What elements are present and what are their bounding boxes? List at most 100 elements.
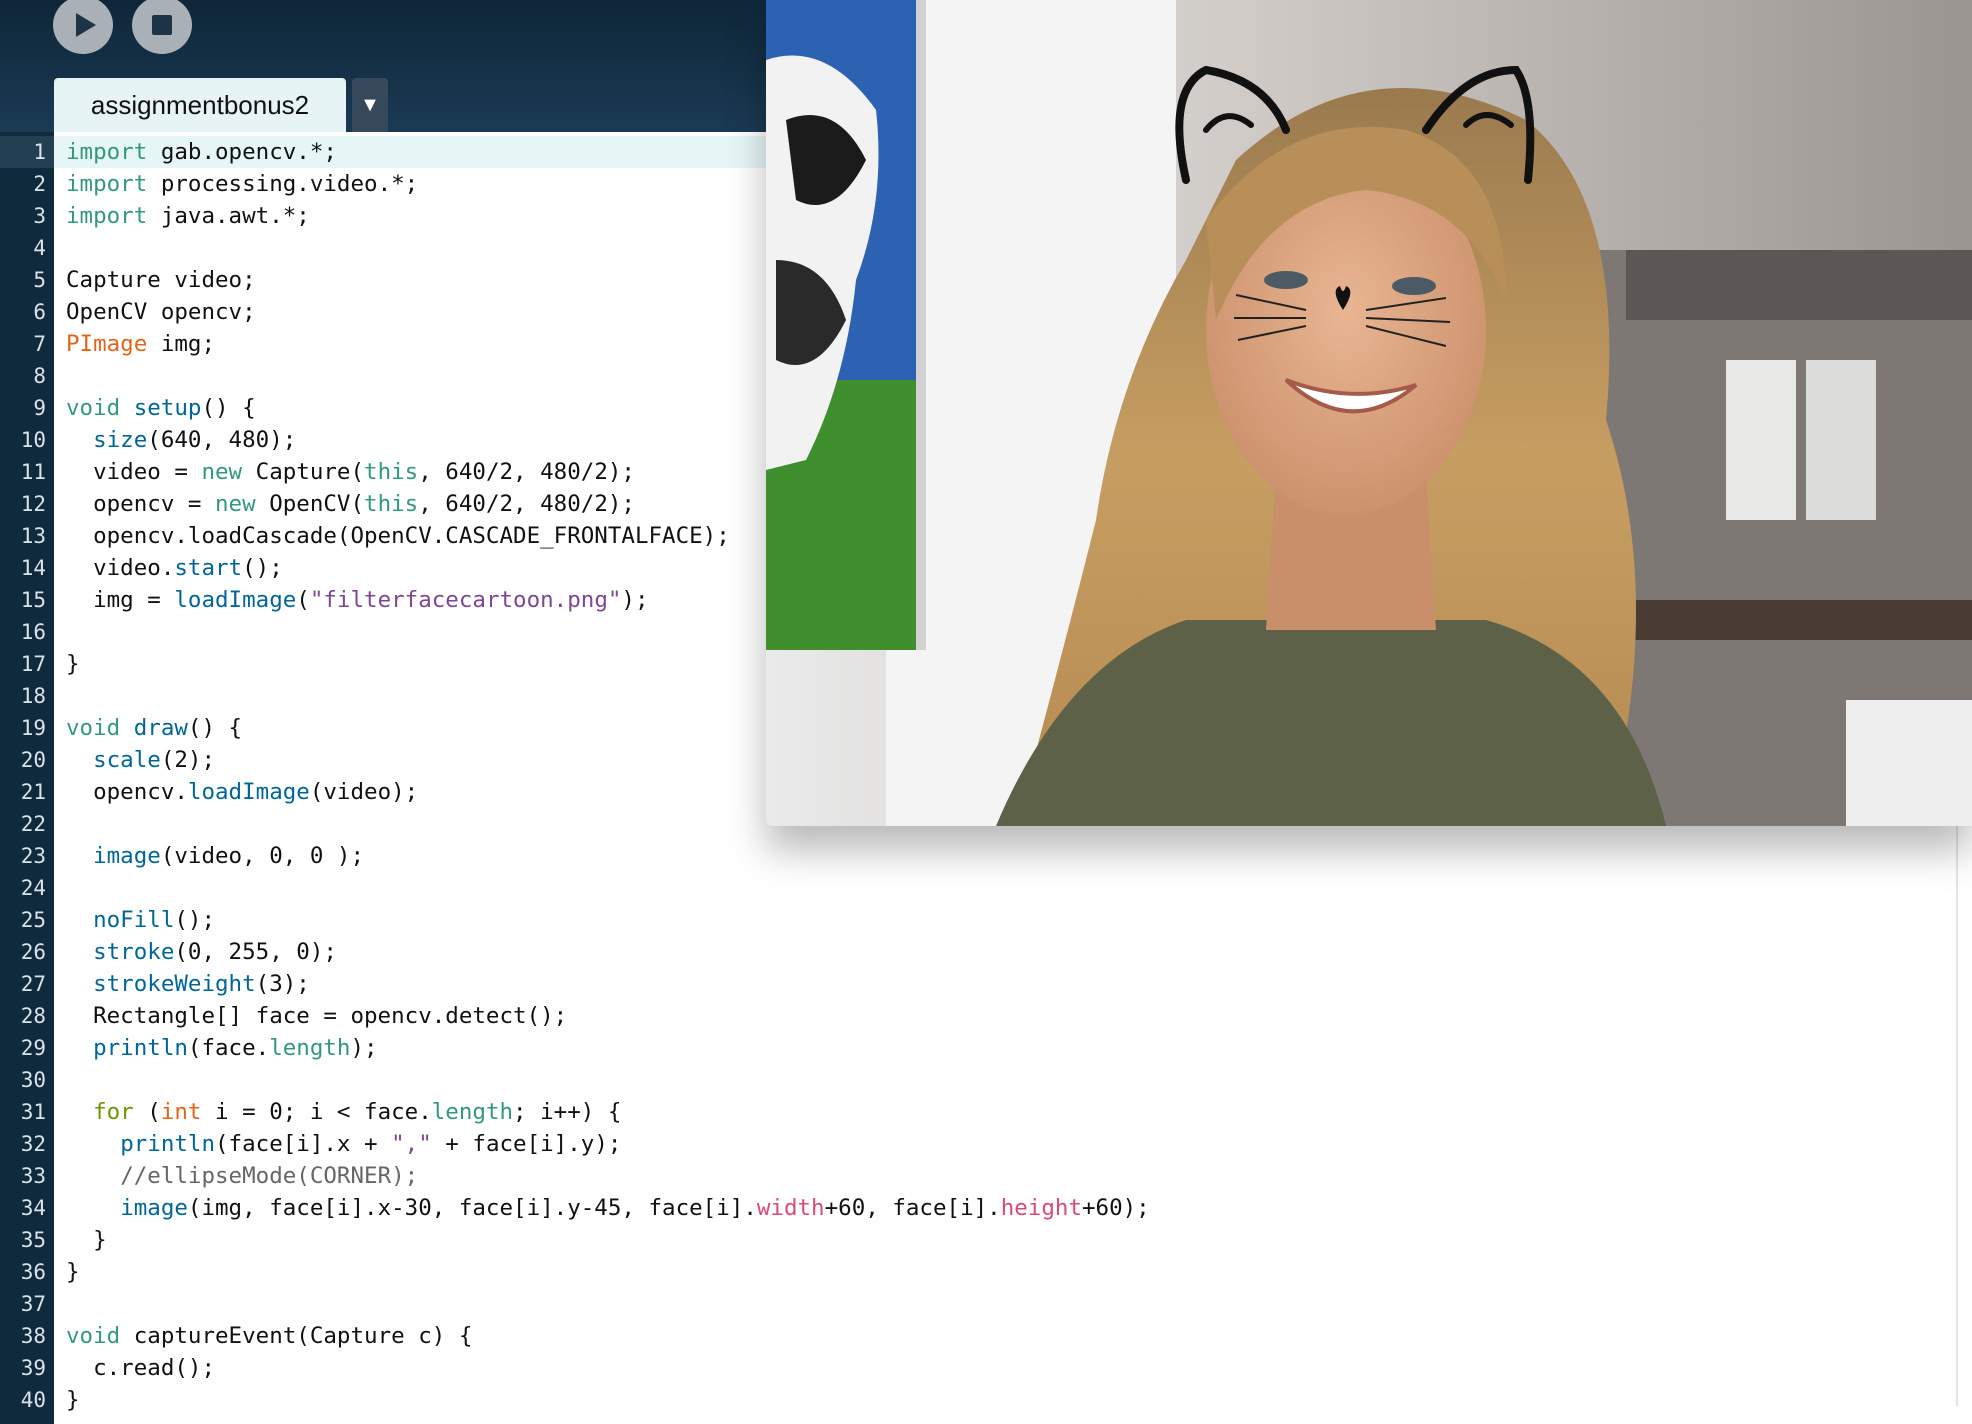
code-line[interactable]: 33 //ellipseMode(CORNER); [0, 1160, 1972, 1192]
code-text[interactable]: c.read(); [66, 1352, 215, 1384]
line-number: 2 [33, 172, 46, 196]
code-text[interactable]: println(face.length); [66, 1032, 377, 1064]
line-number: 5 [33, 268, 46, 292]
code-text[interactable]: import processing.video.*; [66, 168, 418, 200]
line-number: 9 [33, 396, 46, 420]
sketch-output-window[interactable] [766, 0, 1972, 826]
code-line[interactable]: 39 c.read(); [0, 1352, 1972, 1384]
line-number: 30 [20, 1068, 46, 1092]
code-text[interactable]: video.start(); [66, 552, 283, 584]
line-number: 27 [20, 972, 46, 996]
stop-icon [152, 15, 172, 35]
webcam-feed [766, 0, 1972, 826]
code-line[interactable]: 37 [0, 1288, 1972, 1320]
line-number: 26 [20, 940, 46, 964]
code-text[interactable]: scale(2); [66, 744, 215, 776]
line-number: 3 [33, 204, 46, 228]
line-number: 8 [33, 364, 46, 388]
line-number: 19 [20, 716, 46, 740]
code-text[interactable]: image(video, 0, 0 ); [66, 840, 364, 872]
line-number: 17 [20, 652, 46, 676]
line-number: 29 [20, 1036, 46, 1060]
editor-scroll-edge [1956, 826, 1958, 1406]
code-text[interactable]: void draw() { [66, 712, 242, 744]
code-text[interactable]: opencv = new OpenCV(this, 640/2, 480/2); [66, 488, 635, 520]
line-number: 40 [20, 1388, 46, 1412]
line-number: 12 [20, 492, 46, 516]
code-text[interactable]: } [66, 1256, 80, 1288]
line-number: 24 [20, 876, 46, 900]
tab-assignmentbonus2[interactable]: assignmentbonus2 [54, 78, 346, 132]
line-number: 7 [33, 332, 46, 356]
line-number: 13 [20, 524, 46, 548]
line-number: 21 [20, 780, 46, 804]
line-number: 23 [20, 844, 46, 868]
code-text[interactable]: noFill(); [66, 904, 215, 936]
play-icon [76, 13, 96, 37]
code-line[interactable]: 26 stroke(0, 255, 0); [0, 936, 1972, 968]
line-number: 11 [20, 460, 46, 484]
line-number: 33 [20, 1164, 46, 1188]
code-text[interactable]: opencv.loadCascade(OpenCV.CASCADE_FRONTA… [66, 520, 730, 552]
line-number: 4 [33, 236, 46, 260]
line-number: 35 [20, 1228, 46, 1252]
code-line[interactable]: 32 println(face[i].x + "," + face[i].y); [0, 1128, 1972, 1160]
code-text[interactable]: PImage img; [66, 328, 215, 360]
code-line[interactable]: 40} [0, 1384, 1972, 1416]
code-text[interactable]: } [66, 1384, 80, 1416]
code-line[interactable]: 36} [0, 1256, 1972, 1288]
line-number: 31 [20, 1100, 46, 1124]
line-number: 39 [20, 1356, 46, 1380]
code-line[interactable]: 31 for (int i = 0; i < face.length; i++)… [0, 1096, 1972, 1128]
code-text[interactable]: opencv.loadImage(video); [66, 776, 418, 808]
line-number: 10 [20, 428, 46, 452]
code-line[interactable]: 23 image(video, 0, 0 ); [0, 840, 1972, 872]
code-line[interactable]: 29 println(face.length); [0, 1032, 1972, 1064]
code-line[interactable]: 28 Rectangle[] face = opencv.detect(); [0, 1000, 1972, 1032]
line-number: 28 [20, 1004, 46, 1028]
code-line[interactable]: 30 [0, 1064, 1972, 1096]
line-number: 22 [20, 812, 46, 836]
code-text[interactable]: image(img, face[i].x-30, face[i].y-45, f… [66, 1192, 1150, 1224]
code-text[interactable]: import java.awt.*; [66, 200, 310, 232]
code-line[interactable]: 34 image(img, face[i].x-30, face[i].y-45… [0, 1192, 1972, 1224]
code-line[interactable]: 35 } [0, 1224, 1972, 1256]
code-line[interactable]: 25 noFill(); [0, 904, 1972, 936]
line-number: 32 [20, 1132, 46, 1156]
run-button[interactable] [53, 0, 113, 54]
code-text[interactable]: for (int i = 0; i < face.length; i++) { [66, 1096, 621, 1128]
line-number: 14 [20, 556, 46, 580]
code-text[interactable]: OpenCV opencv; [66, 296, 256, 328]
code-text[interactable]: Capture video; [66, 264, 256, 296]
code-text[interactable]: void setup() { [66, 392, 256, 424]
line-number: 34 [20, 1196, 46, 1220]
code-text[interactable]: strokeWeight(3); [66, 968, 310, 1000]
line-number: 38 [20, 1324, 46, 1348]
code-text[interactable]: img = loadImage("filterfacecartoon.png")… [66, 584, 648, 616]
code-text[interactable]: size(640, 480); [66, 424, 296, 456]
stop-button[interactable] [132, 0, 192, 54]
line-number: 16 [20, 620, 46, 644]
code-line[interactable]: 38 void captureEvent(Capture c) { [0, 1320, 1972, 1352]
line-number: 25 [20, 908, 46, 932]
tab-menu-button[interactable]: ▼ [352, 78, 388, 132]
code-text[interactable]: } [66, 648, 80, 680]
code-text[interactable]: //ellipseMode(CORNER); [66, 1160, 418, 1192]
line-number: 37 [20, 1292, 46, 1316]
code-line[interactable]: 27 strokeWeight(3); [0, 968, 1972, 1000]
code-text[interactable]: Rectangle[] face = opencv.detect(); [66, 1000, 567, 1032]
code-text[interactable]: stroke(0, 255, 0); [66, 936, 337, 968]
line-number: 36 [20, 1260, 46, 1284]
line-number: 20 [20, 748, 46, 772]
code-line[interactable]: 24 [0, 872, 1972, 904]
chevron-down-icon: ▼ [360, 93, 380, 116]
code-text[interactable]: } [66, 1224, 107, 1256]
line-number: 1 [33, 140, 46, 164]
code-text[interactable]: println(face[i].x + "," + face[i].y); [66, 1128, 621, 1160]
line-number: 6 [33, 300, 46, 324]
code-text[interactable]: void captureEvent(Capture c) { [66, 1320, 472, 1352]
line-number: 15 [20, 588, 46, 612]
code-text[interactable]: video = new Capture(this, 640/2, 480/2); [66, 456, 635, 488]
line-number: 18 [20, 684, 46, 708]
code-text[interactable]: import gab.opencv.*; [66, 136, 337, 168]
